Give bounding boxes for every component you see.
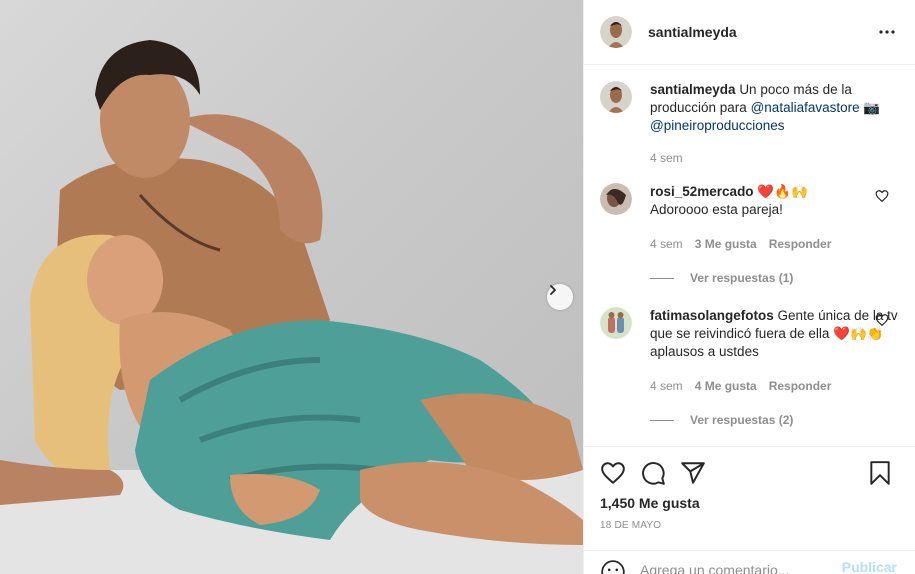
comment-composer: Publicar	[584, 550, 915, 574]
comment-time[interactable]: 4 sem	[650, 377, 683, 395]
comment-emojis: ❤️🙌👏	[833, 326, 884, 341]
save-button[interactable]	[867, 460, 893, 486]
caption-time[interactable]: 4 sem	[650, 149, 683, 167]
post-sidebar: santialmeyda santialmeyda Un poco más de…	[583, 0, 915, 574]
share-icon	[681, 462, 705, 484]
view-replies-button[interactable]: Ver respuestas (1)	[650, 271, 899, 285]
view-replies-button[interactable]: Ver respuestas (2)	[650, 413, 899, 427]
post-actions: 1,450 Me gusta 18 DE MAYO	[584, 446, 915, 531]
like-button[interactable]	[600, 460, 626, 486]
caption-username[interactable]: santialmeyda	[650, 82, 736, 97]
comment-item: fatimasolangefotos Gente única de la tv …	[600, 307, 899, 395]
author-username[interactable]: santialmeyda	[648, 24, 737, 40]
share-button[interactable]	[680, 460, 706, 486]
comments-section[interactable]: santialmeyda Un poco más de la producció…	[584, 65, 915, 445]
comment-username[interactable]: fatimasolangefotos	[650, 308, 774, 323]
more-dots-icon	[879, 30, 895, 34]
reply-button[interactable]: Responder	[769, 235, 832, 253]
caption-avatar[interactable]	[600, 81, 632, 113]
replies-divider	[650, 419, 674, 421]
comment-body: rosi_52mercado ❤️🔥🙌 Adoroooo esta pareja…	[650, 183, 899, 253]
camera-emoji: 📷	[863, 100, 881, 115]
mention-link[interactable]: @pineiroproducciones	[650, 118, 785, 133]
publish-button[interactable]: Publicar	[842, 559, 897, 574]
more-options-button[interactable]	[875, 20, 899, 44]
mention-link[interactable]: @nataliafavastore	[751, 100, 860, 115]
comment-time[interactable]: 4 sem	[650, 235, 683, 253]
comment-input[interactable]	[640, 559, 842, 574]
post-header: santialmeyda	[584, 0, 915, 65]
action-icons	[600, 459, 899, 487]
bookmark-icon	[870, 461, 890, 485]
comment-icon	[642, 462, 665, 485]
comment-item: rosi_52mercado ❤️🔥🙌 Adoroooo esta pareja…	[600, 183, 899, 253]
chevron-right-icon	[550, 285, 556, 295]
photo-illustration	[0, 40, 583, 574]
comment-text-end: aplausos a ustdes	[650, 344, 759, 359]
author-avatar[interactable]	[600, 16, 632, 48]
comment-likes[interactable]: 3 Me gusta	[695, 235, 757, 253]
comment-username[interactable]: rosi_52mercado	[650, 184, 754, 199]
likes-count[interactable]: 1,450 Me gusta	[600, 495, 899, 511]
comment-body: fatimasolangefotos Gente única de la tv …	[650, 307, 899, 395]
next-photo-button[interactable]	[547, 284, 573, 310]
comment-text: Adoroooo esta pareja!	[650, 202, 783, 217]
reply-button[interactable]: Responder	[769, 377, 832, 395]
comment-emojis: ❤️🔥🙌	[757, 184, 808, 199]
comment-likes[interactable]: 4 Me gusta	[695, 377, 757, 395]
comment-heart-icon[interactable]	[875, 189, 889, 203]
post-photo[interactable]	[0, 0, 583, 574]
post-date[interactable]: 18 DE MAYO	[600, 520, 899, 531]
view-replies-label[interactable]: Ver respuestas (2)	[690, 413, 793, 427]
emoji-icon[interactable]	[600, 559, 626, 574]
commenter-avatar[interactable]	[600, 183, 632, 215]
heart-icon	[601, 462, 625, 484]
replies-divider	[650, 277, 674, 279]
view-replies-label[interactable]: Ver respuestas (1)	[690, 271, 793, 285]
caption-body: santialmeyda Un poco más de la producció…	[650, 81, 899, 167]
comment-button[interactable]	[640, 460, 666, 486]
caption: santialmeyda Un poco más de la producció…	[600, 81, 899, 167]
commenter-avatar[interactable]	[600, 307, 632, 339]
comment-heart-icon[interactable]	[875, 313, 889, 327]
